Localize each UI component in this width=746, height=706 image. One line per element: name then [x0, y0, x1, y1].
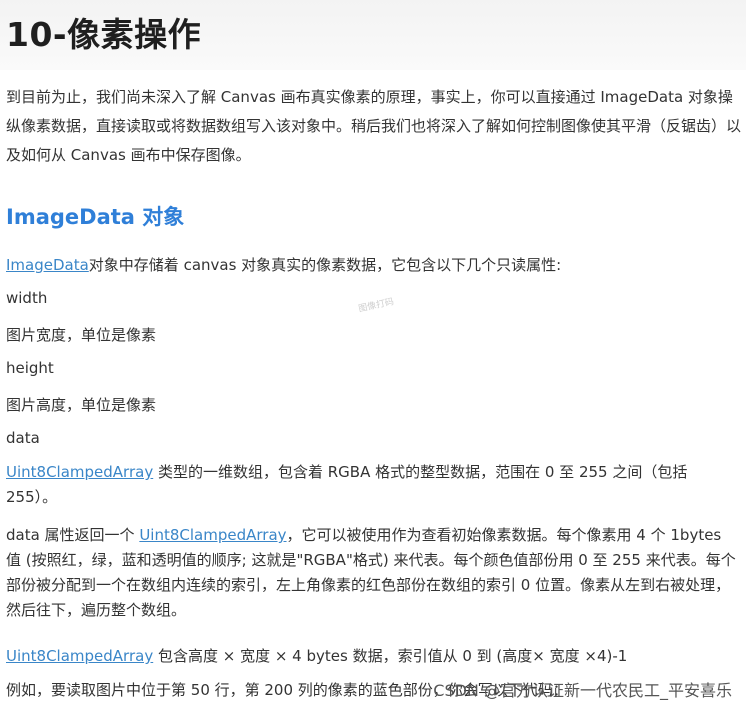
page-title: 10-像素操作 — [6, 15, 202, 54]
size-description: Uint8ClampedArray 包含高度 × 宽度 × 4 bytes 数据… — [6, 645, 627, 666]
imagedata-desc-text: 对象中存储着 canvas 对象真实的像素数据，它包含以下几个只读属性: — [88, 256, 562, 274]
size-text: 包含高度 × 宽度 × 4 bytes 数据，索引值从 0 到 (高度× 宽度 … — [153, 647, 628, 665]
data-attr-prefix: data 属性返回一个 — [6, 526, 140, 544]
data-attribute-description: data 属性返回一个 Uint8ClampedArray，它可以被使用作为查看… — [6, 523, 736, 623]
imagedata-description: ImageData对象中存储着 canvas 对象真实的像素数据，它包含以下几个… — [6, 254, 561, 275]
uint8-link-1[interactable]: Uint8ClampedArray — [6, 463, 153, 481]
prop-height-name: height — [6, 359, 54, 377]
prop-width-name: width — [6, 289, 48, 307]
imagedata-link[interactable]: ImageData — [6, 256, 89, 274]
section-heading: ImageData 对象 — [6, 205, 185, 229]
prop-data-name: data — [6, 429, 40, 447]
prop-width-desc: 图片宽度，单位是像素 — [6, 326, 157, 344]
data-type-description: Uint8ClampedArray 类型的一维数组，包含着 RGBA 格式的整型… — [6, 460, 736, 510]
csdn-watermark: CSDN @官方认证新一代农民工_平安喜乐 — [433, 681, 732, 700]
uint8-link-2[interactable]: Uint8ClampedArray — [139, 526, 286, 544]
uint8-link-3[interactable]: Uint8ClampedArray — [6, 647, 153, 665]
prop-height-desc: 图片高度，单位是像素 — [6, 396, 157, 414]
intro-paragraph: 到目前为止，我们尚未深入了解 Canvas 画布真实像素的原理，事实上，你可以直… — [6, 88, 742, 164]
small-watermark: 图像打码 — [357, 297, 395, 315]
